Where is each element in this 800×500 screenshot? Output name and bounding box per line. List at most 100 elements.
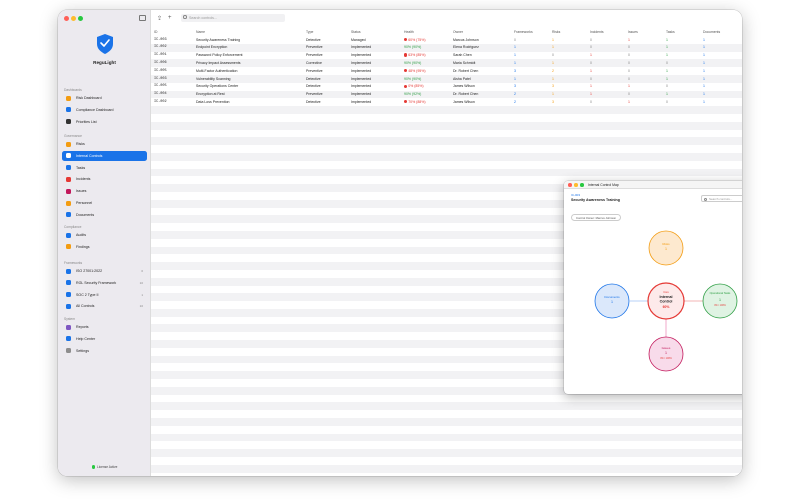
sidebar-item-risk-dashboard[interactable]: Risk Dashboard bbox=[62, 93, 147, 103]
sidebar-item-findings[interactable]: Findings bbox=[62, 242, 147, 252]
cell-type: Corrective bbox=[306, 60, 322, 65]
sidebar-item-iso-27001-2022[interactable]: ISO 27001:2022 0 bbox=[62, 266, 147, 276]
cell-frameworks: 1 bbox=[514, 53, 516, 58]
sidebar-item-help-center[interactable]: Help Center bbox=[62, 334, 147, 344]
warning-icon bbox=[66, 141, 71, 147]
checklist-icon bbox=[66, 165, 71, 171]
control-map-zoom-button[interactable] bbox=[580, 183, 584, 187]
cell-issues: 0 bbox=[628, 68, 630, 73]
sidebar-item-count: 0 bbox=[141, 269, 143, 273]
core-node-label-line2: Control bbox=[660, 300, 673, 304]
cell-issues: 0 bbox=[628, 45, 630, 50]
table-row[interactable]: IC-003 Security Awareness Training Detecti… bbox=[151, 36, 742, 44]
health-cell: 90% (92%) bbox=[404, 92, 421, 96]
control-owner-label: Control Owner: Marcus Johnson bbox=[576, 215, 617, 220]
core-node-label-line1: Internal bbox=[660, 295, 673, 299]
internal-control-core-node[interactable]: Core Internal Control 60% bbox=[647, 282, 685, 320]
empty-row bbox=[151, 441, 742, 449]
cell-status: Implemented bbox=[351, 53, 372, 58]
cell-name: Privacy Impact Assessments bbox=[196, 60, 241, 65]
cell-type: Preventive bbox=[306, 92, 323, 97]
sidebar-item-audits[interactable]: Audits bbox=[62, 230, 147, 240]
cell-incidents: 0 bbox=[590, 37, 592, 42]
operational-tasks-node-value: 1 bbox=[719, 298, 721, 302]
sidebar-item-all-controls[interactable]: All Controls 10 bbox=[62, 301, 147, 311]
cell-issues: 1 bbox=[628, 84, 630, 89]
cell-frameworks: 2 bbox=[514, 99, 516, 104]
search-input[interactable]: Search controls... bbox=[181, 14, 285, 22]
zoom-window-button[interactable] bbox=[78, 16, 83, 21]
cell-id: IC-001 bbox=[154, 53, 167, 58]
sidebar-item-rgl-security-framework[interactable]: RGL Security Framework 10 bbox=[62, 278, 147, 288]
sidebar-item-issues[interactable]: Issues bbox=[62, 186, 147, 196]
column-header-name[interactable]: Name bbox=[196, 30, 205, 34]
column-header-status[interactable]: Status bbox=[351, 30, 361, 34]
issues-node[interactable]: Issues 1 0% / 100% bbox=[648, 336, 684, 372]
health-value: 90% (92%) bbox=[404, 92, 422, 97]
bell-icon bbox=[66, 176, 71, 182]
sidebar-item-documents[interactable]: Documents bbox=[62, 210, 147, 220]
table-row[interactable]: IC-004 Encryption at Rest Preventive Implem… bbox=[151, 90, 742, 99]
table-row[interactable]: IC-001 Password Policy Enforcement Prevent… bbox=[151, 52, 742, 60]
column-header-health[interactable]: Health bbox=[404, 30, 414, 34]
minimize-window-button[interactable] bbox=[71, 16, 76, 21]
framework-icon bbox=[66, 303, 71, 309]
cell-incidents: 1 bbox=[590, 53, 592, 58]
health-warning-icon bbox=[404, 100, 408, 104]
control-map-graph: Risks 1 Documents 1 Operational Tasks 1 … bbox=[594, 230, 738, 372]
sidebar-toggle-icon[interactable] bbox=[139, 15, 146, 21]
column-header-owner[interactable]: Owner bbox=[453, 30, 463, 34]
gear-icon bbox=[66, 348, 71, 354]
control-map-minimize-button[interactable] bbox=[574, 183, 578, 187]
sidebar-item-tasks[interactable]: Tasks bbox=[62, 163, 147, 173]
column-header-id[interactable]: ID bbox=[154, 30, 157, 34]
column-header-type[interactable]: Type bbox=[306, 30, 313, 34]
table-row[interactable]: IC-005 Security Operations Center Detectiv… bbox=[151, 83, 742, 91]
empty-row bbox=[151, 418, 742, 426]
table-row[interactable]: IC-002 Endpoint Encryption Preventive Imple… bbox=[151, 43, 742, 52]
sidebar-item-settings[interactable]: Settings bbox=[62, 346, 147, 356]
sidebar-item-soc-2-type-ii[interactable]: SOC 2 Type II 1 bbox=[62, 290, 147, 300]
control-map-window: Internal Control Map IC-003 Security Awa… bbox=[564, 181, 742, 394]
column-header-issues[interactable]: Issues bbox=[628, 30, 638, 34]
cell-documents: 1 bbox=[703, 92, 705, 97]
add-control-button[interactable]: + bbox=[168, 15, 172, 21]
column-header-frameworks[interactable]: Frameworks bbox=[514, 30, 533, 34]
empty-row bbox=[151, 106, 742, 114]
control-map-search-placeholder: Search controls... bbox=[709, 196, 733, 201]
cell-owner: Sarah Chen bbox=[453, 53, 472, 58]
empty-row bbox=[151, 410, 742, 418]
cell-owner: Maria Schmidt bbox=[453, 60, 476, 65]
close-window-button[interactable] bbox=[64, 16, 69, 21]
health-cell: 70% (88%) bbox=[404, 100, 426, 104]
sidebar-item-priorities-list[interactable]: Priorities List bbox=[62, 117, 147, 127]
empty-row bbox=[151, 152, 742, 161]
sidebar-item-personnel[interactable]: Personnel bbox=[62, 198, 147, 208]
magnifier-icon bbox=[66, 232, 71, 238]
documents-node[interactable]: Documents 1 bbox=[594, 283, 630, 319]
column-header-documents[interactable]: Documents bbox=[703, 30, 720, 34]
sidebar-item-reports[interactable]: Reports bbox=[62, 322, 147, 332]
control-owner-chip[interactable]: Control Owner: Marcus Johnson bbox=[571, 214, 622, 221]
table-row[interactable]: IC-002 Data Loss Prevention Detective Imple… bbox=[151, 98, 742, 106]
cell-frameworks: 1 bbox=[514, 60, 516, 65]
health-cell: 90% (90%) bbox=[404, 77, 421, 81]
sidebar-item-internal-controls[interactable]: Internal Controls bbox=[62, 150, 147, 161]
sidebar-item-risks[interactable]: Risks bbox=[62, 139, 147, 149]
column-header-incidents[interactable]: Incidents bbox=[590, 30, 604, 34]
sidebar-item-incidents[interactable]: Incidents bbox=[62, 174, 147, 184]
table-row[interactable]: IC-006 Privacy Impact Assessments Correcti… bbox=[151, 59, 742, 68]
cell-status: Implemented bbox=[351, 84, 372, 89]
sidebar-item-compliance-dashboard[interactable]: Compliance Dashboard bbox=[62, 105, 147, 115]
column-header-tasks[interactable]: Tasks bbox=[666, 30, 675, 34]
table-row[interactable]: IC-005 Multi-Factor Authentication Prevent… bbox=[151, 67, 742, 75]
risks-node[interactable]: Risks 1 bbox=[648, 230, 684, 266]
cell-frameworks: 2 bbox=[514, 92, 516, 97]
control-map-search-input[interactable]: Search controls... bbox=[701, 195, 742, 202]
cell-documents: 1 bbox=[703, 37, 705, 42]
table-row[interactable]: IC-003 Vulnerability Scanning Detective Imp… bbox=[151, 74, 742, 83]
column-header-risks[interactable]: Risks bbox=[552, 30, 560, 34]
control-map-close-button[interactable] bbox=[568, 183, 572, 187]
share-icon[interactable]: ⇪ bbox=[157, 15, 162, 22]
operational-tasks-node[interactable]: Operational Tasks 1 0% / 100% bbox=[702, 283, 738, 319]
